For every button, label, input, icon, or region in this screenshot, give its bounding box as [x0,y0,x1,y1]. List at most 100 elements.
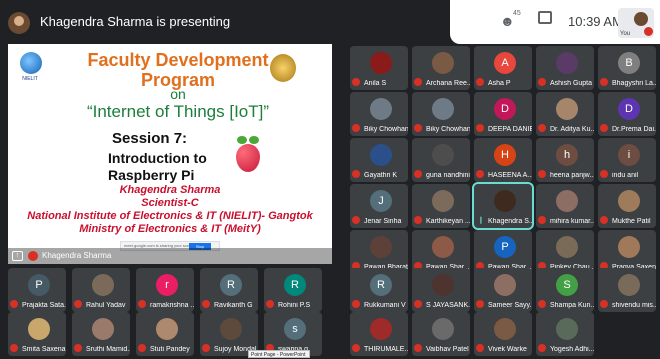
mic-off-icon [414,344,422,352]
mic-off-icon [352,170,360,178]
participant-tile[interactable]: Sameer Sayy... [474,268,532,312]
speaking-icon: ❙ [478,217,484,224]
mic-off-icon [202,300,210,308]
participant-avatar: D [618,98,640,120]
mic-off-icon [414,300,422,308]
participant-tile[interactable]: Stuti Pandey [136,312,194,356]
participant-tile[interactable]: R Ravikanth G [200,268,258,312]
participant-avatar [432,52,454,74]
mic-off-icon [538,216,546,224]
participant-tile[interactable]: A Asha P [474,46,532,90]
share-footer: ↑ Khagendra Sharma [8,248,332,264]
meeting-topbar: Khagendra Sharma is presenting ☻ 45 10:3… [0,0,660,44]
participant-tile[interactable]: Archana Ree... [412,46,470,90]
self-video-tile[interactable]: You [618,8,654,38]
participant-avatar: r [156,274,178,296]
participant-name: Smita Saxena [22,346,66,353]
participant-tile[interactable]: P Prajakta Sata... [8,268,66,312]
participant-tile[interactable]: Vivek Warke [474,312,532,356]
participant-avatar [494,318,516,340]
participant-tile[interactable]: J Jenar Sinha [350,184,408,228]
participant-avatar: R [370,274,392,296]
slide-subtitle-line2: Raspberry Pi [108,167,195,183]
participant-name: Asha P [488,80,511,87]
participant-avatar [370,52,392,74]
mic-off-icon [476,124,484,132]
participant-tile[interactable]: Rahul Yadav [72,268,130,312]
self-avatar [634,12,648,26]
nielit-logo: NIELIT [12,50,48,92]
participant-avatar [432,318,454,340]
participant-avatar [432,236,454,258]
participant-tile[interactable]: R Rohini P.S [264,268,322,312]
mic-off-icon [600,216,608,224]
participant-avatar: R [284,274,306,296]
mic-off-icon [352,300,360,308]
participant-tile[interactable]: r ramakrishna ... [136,268,194,312]
participant-name: Bhagyshri La... [612,80,656,87]
participant-avatar [556,98,578,120]
participant-avatar: P [28,274,50,296]
participant-name: shivendu mis... [612,302,656,309]
author-org2: Ministry of Electronics & IT (MeitY) [79,223,261,235]
present-icon[interactable]: ↑ [12,251,23,261]
participant-tile[interactable]: Yogesh Adhi... [536,312,594,356]
participant-tile[interactable]: i indu anil [598,138,656,182]
chat-icon[interactable] [538,11,552,24]
participant-tile[interactable]: guna nandhini [412,138,470,182]
participant-avatar: R [220,274,242,296]
participant-tile[interactable]: Dr. Aditya Ku... [536,92,594,136]
mic-off-icon [414,124,422,132]
participant-name: Yogesh Adhi... [550,346,594,353]
participant-tile[interactable]: Biky Chowhan [350,92,408,136]
participant-tile[interactable]: Gayathri K [350,138,408,182]
participant-avatar: s [284,318,306,340]
participant-tile[interactable]: shivendu mis... [598,268,656,312]
participant-tile[interactable]: Anila S [350,46,408,90]
participant-name: Stuti Pandey [150,346,190,353]
participant-tile[interactable]: mihira kumar... [536,184,594,228]
participant-avatar [556,52,578,74]
participant-tile[interactable]: Biky Chowhan [412,92,470,136]
participant-name: Rukkumani V [364,302,406,309]
participant-avatar: B [618,52,640,74]
screen-share: NIELIT Faculty Development Program on “I… [8,44,332,264]
participant-name: heena panjw... [550,172,594,179]
slide-author: Khagendra Sharma Scientist-C National In… [8,184,332,236]
participant-avatar [556,190,578,212]
mic-off-icon [202,344,210,352]
participant-tile[interactable]: Sruthi Mamid... [72,312,130,356]
participant-name: Khagendra S... [488,218,532,225]
participant-tile[interactable]: D Dr.Prema Dai... [598,92,656,136]
participant-tile[interactable]: D DEEPA DANIEL [474,92,532,136]
participant-tile[interactable]: THIRUMALE... [350,312,408,356]
participant-tile[interactable]: h heena panjw... [536,138,594,182]
participant-name: Dr. Aditya Ku... [550,126,594,133]
participant-name: Anila S [364,80,387,87]
participant-tile[interactable]: Karthikeyan ... [412,184,470,228]
participant-name: Shampa Kun... [550,302,594,309]
participant-avatar: i [618,144,640,166]
mic-off-icon [414,170,422,178]
participant-tile[interactable]: Mukthe Patil [598,184,656,228]
slide-topic: “Internet of Things [IoT]” [86,102,270,121]
participant-name: Sameer Sayy... [488,302,532,309]
participant-tile[interactable]: H HASEENA A... [474,138,532,182]
participant-name: DEEPA DANIEL [488,126,532,133]
participant-avatar [494,274,516,296]
participant-avatar [432,144,454,166]
mic-off-icon [538,78,546,86]
participant-tile[interactable]: B Bhagyshri La... [598,46,656,90]
participant-tile[interactable]: Smita Saxena [8,312,66,356]
participant-tile[interactable]: ❙ Khagendra S... [472,182,534,230]
mic-off-icon [476,344,484,352]
participant-tile[interactable]: S JAYASANK... [412,268,470,312]
mic-off-icon [414,78,422,86]
participant-avatar [370,144,392,166]
participant-avatar [220,318,242,340]
participant-tile[interactable]: S Shampa Kun... [536,268,594,312]
participant-tile[interactable]: Vaibhav Patel [412,312,470,356]
participant-avatar [156,318,178,340]
participant-tile[interactable]: R Rukkumani V [350,268,408,312]
participant-tile[interactable]: Ashish Gupta [536,46,594,90]
